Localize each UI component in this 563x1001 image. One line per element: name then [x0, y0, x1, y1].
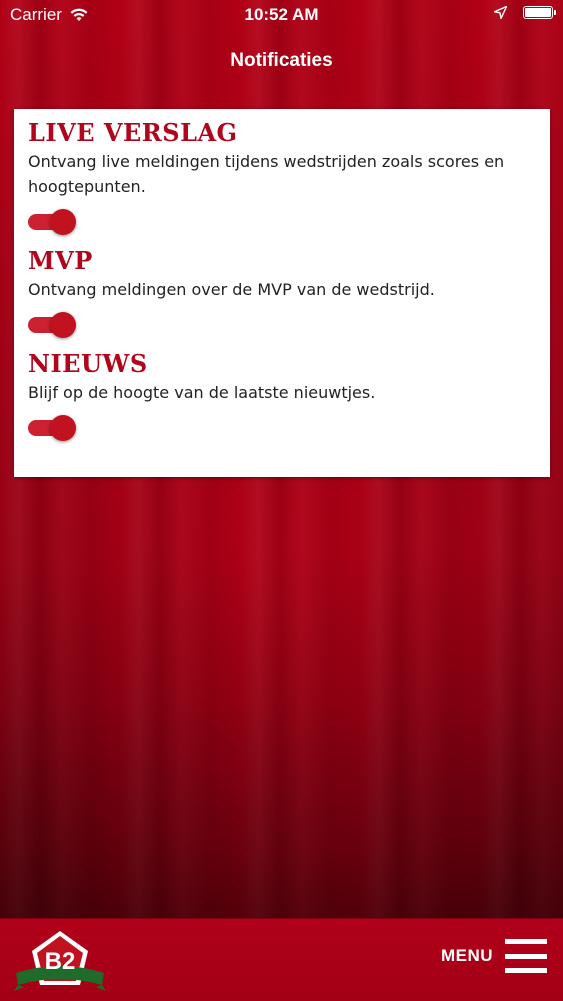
toggle-knob — [50, 415, 76, 441]
section-description: Ontvang live meldingen tijdens wedstrijd… — [28, 152, 505, 196]
bottom-bar: B2 MENU — [0, 918, 563, 1001]
section-nieuws: NIEUWS Blijf op de hoogte van de laatste… — [28, 350, 536, 443]
battery-fill — [525, 8, 551, 17]
status-bar: Carrier 10:52 AM — [0, 0, 563, 30]
location-arrow-icon — [494, 6, 507, 19]
club-logo[interactable]: B2 — [14, 929, 106, 995]
section-description: Ontvang meldingen over de MVP van de wed… — [28, 280, 435, 299]
page-title: Notificaties — [230, 50, 333, 71]
section-title: LIVE VERSLAG — [28, 118, 238, 147]
toggle-knob — [50, 312, 76, 338]
live-verslag-toggle[interactable] — [28, 207, 78, 237]
status-time: 10:52 AM — [244, 5, 319, 24]
logo-text: B2 — [45, 948, 76, 975]
nieuws-toggle[interactable] — [28, 413, 78, 443]
section-title: NIEUWS — [28, 349, 148, 378]
battery-icon — [523, 6, 556, 19]
menu-label: MENU — [440, 946, 493, 965]
section-title: MVP — [28, 246, 93, 275]
menu-button[interactable]: MENU — [441, 939, 547, 973]
mvp-toggle[interactable] — [28, 310, 78, 340]
section-description: Blijf op de hoogte van de laatste nieuwt… — [28, 383, 376, 402]
status-right-group — [494, 6, 556, 19]
hamburger-menu-icon — [505, 939, 547, 973]
section-live-verslag: LIVE VERSLAG Ontvang live meldingen tijd… — [28, 119, 536, 237]
notification-settings-card: LIVE VERSLAG Ontvang live meldingen tijd… — [14, 109, 550, 477]
toggle-knob — [50, 209, 76, 235]
section-mvp: MVP Ontvang meldingen over de MVP van de… — [28, 247, 536, 340]
